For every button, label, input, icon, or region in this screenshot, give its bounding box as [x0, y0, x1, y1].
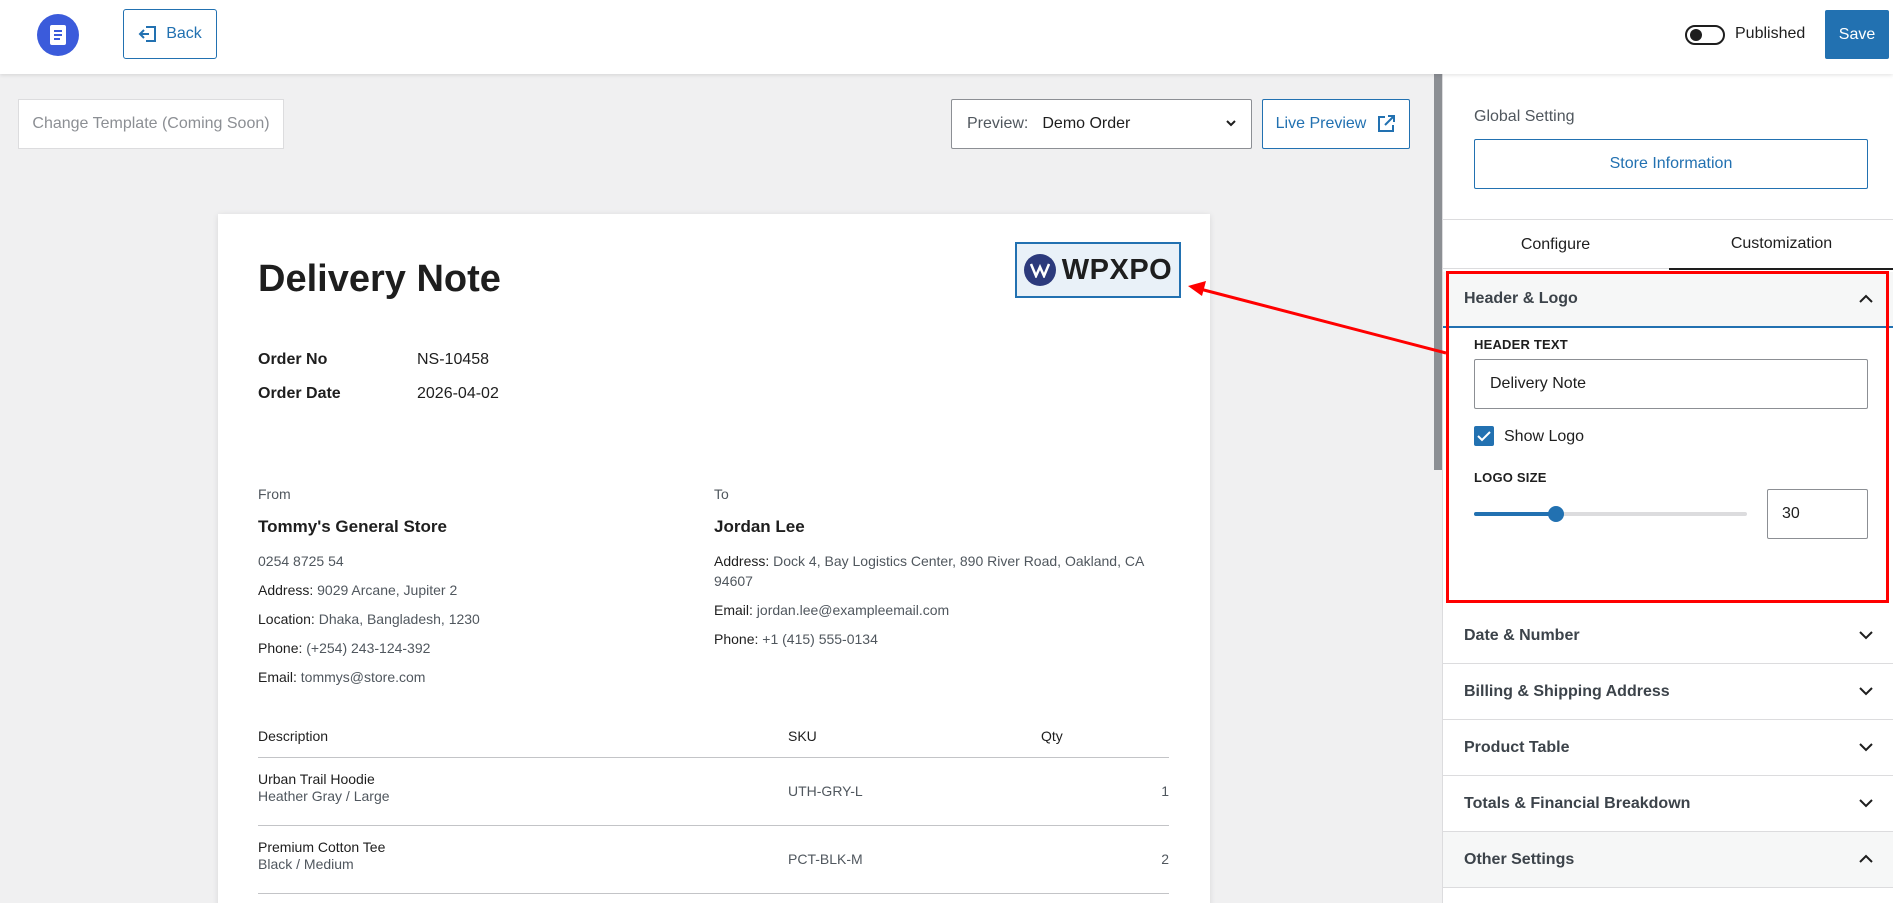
- logo-size-slider[interactable]: [1474, 506, 1747, 522]
- from-phone-detail: Phone: (+254) 243-124-392: [258, 640, 431, 656]
- to-label: To: [714, 486, 729, 502]
- header-qty: Qty: [1041, 728, 1063, 744]
- header-text-input[interactable]: Delivery Note: [1474, 359, 1868, 409]
- tab-configure[interactable]: Configure: [1443, 220, 1668, 270]
- header-text-label: HEADER TEXT: [1474, 337, 1568, 352]
- tab-customization[interactable]: Customization: [1669, 220, 1893, 270]
- change-template-button[interactable]: Change Template (Coming Soon): [18, 99, 284, 149]
- header-description: Description: [258, 728, 329, 744]
- logo-size-input[interactable]: 30: [1767, 489, 1868, 539]
- table-row: Premium Cotton Tee Black / Medium PCT-BL…: [258, 826, 1169, 894]
- published-label: Published: [1735, 25, 1806, 42]
- app-logo-icon[interactable]: [37, 14, 79, 56]
- chevron-down-icon: [1859, 799, 1873, 808]
- to-address-line: Address: Dock 4, Bay Logistics Center, 8…: [714, 553, 1144, 589]
- live-preview-button[interactable]: Live Preview: [1262, 99, 1410, 149]
- logo-size-label: LOGO SIZE: [1474, 470, 1547, 485]
- section-label: Other Settings: [1464, 850, 1575, 868]
- external-link-icon: [1378, 115, 1396, 132]
- show-logo-checkbox[interactable]: [1474, 426, 1494, 446]
- chevron-up-icon: [1859, 294, 1873, 303]
- wpxpo-logo-icon: [1023, 254, 1056, 286]
- product-name: Urban Trail Hoodie: [258, 771, 375, 787]
- published-toggle[interactable]: [1685, 25, 1725, 45]
- section-billing-shipping[interactable]: Billing & Shipping Address: [1443, 664, 1893, 720]
- order-date-value: 2026-04-02: [417, 385, 499, 402]
- from-name: Tommy's General Store: [258, 517, 447, 536]
- section-label: Header & Logo: [1464, 290, 1578, 307]
- show-logo-label: Show Logo: [1504, 428, 1585, 445]
- chevron-up-icon: [1859, 854, 1873, 863]
- document-title: Delivery Note: [258, 258, 501, 300]
- from-address-line: Address: 9029 Arcane, Jupiter 2: [258, 582, 458, 598]
- from-address: From Tommy's General Store 0254 8725 54 …: [258, 486, 698, 696]
- product-name: Premium Cotton Tee: [258, 839, 386, 855]
- back-label: Back: [166, 25, 202, 42]
- header-logo-panel: HEADER TEXT Delivery Note Show Logo LOGO…: [1443, 328, 1893, 608]
- to-address: To Jordan Lee Address: Dock 4, Bay Logis…: [714, 486, 1159, 658]
- chevron-down-icon: [1859, 743, 1873, 752]
- section-label: Totals & Financial Breakdown: [1464, 794, 1691, 812]
- top-bar: Back Published Save: [0, 0, 1893, 74]
- preview-label: Preview:: [967, 115, 1029, 132]
- chevron-down-icon: [1859, 631, 1873, 640]
- product-qty: 2: [1161, 851, 1169, 867]
- order-no-label: Order No: [258, 351, 328, 368]
- chevron-down-icon: [1859, 687, 1873, 696]
- order-date-label: Order Date: [258, 385, 341, 402]
- live-preview-label: Live Preview: [1275, 115, 1367, 132]
- checkmark-icon: [1477, 431, 1491, 442]
- preview-scrollbar[interactable]: [1434, 74, 1442, 470]
- store-information-button[interactable]: Store Information: [1474, 139, 1868, 189]
- back-button[interactable]: Back: [123, 9, 217, 59]
- to-phone-line: Phone: +1 (415) 555-0134: [714, 631, 878, 647]
- product-variant: Black / Medium: [258, 856, 354, 872]
- product-variant: Heather Gray / Large: [258, 788, 390, 804]
- product-qty: 1: [1161, 783, 1169, 799]
- section-label: Date & Number: [1464, 626, 1580, 644]
- order-date-row: Order Date 2026-04-02: [258, 385, 499, 403]
- product-table-header: Description SKU Qty: [258, 722, 1169, 758]
- settings-sidebar: Global Setting Store Information Configu…: [1442, 74, 1893, 903]
- sidebar-tabs: Configure Customization: [1443, 219, 1893, 270]
- chevron-down-icon: [1226, 120, 1236, 127]
- slider-thumb[interactable]: [1548, 506, 1564, 522]
- section-totals[interactable]: Totals & Financial Breakdown: [1443, 776, 1893, 832]
- from-label: From: [258, 486, 291, 502]
- to-name: Jordan Lee: [714, 517, 805, 536]
- section-date-number[interactable]: Date & Number: [1443, 608, 1893, 664]
- logo-text: WPXPO: [1061, 253, 1173, 286]
- product-sku: PCT-BLK-M: [788, 851, 863, 867]
- delivery-note-preview: Delivery Note WPXPO Order No NS-10458 Ord…: [218, 214, 1210, 903]
- product-sku: UTH-GRY-L: [788, 783, 863, 799]
- from-location-line: Location: Dhaka, Bangladesh, 1230: [258, 611, 480, 627]
- table-row: Urban Trail Hoodie Heather Gray / Large …: [258, 758, 1169, 826]
- preview-order-select[interactable]: Preview: Demo Order: [951, 99, 1252, 149]
- to-email-line: Email: jordan.lee@exampleemail.com: [714, 602, 950, 618]
- section-label: Product Table: [1464, 738, 1570, 756]
- header-sku: SKU: [788, 728, 817, 744]
- from-email-line: Email: tommys@store.com: [258, 669, 426, 685]
- slider-fill: [1474, 512, 1556, 516]
- order-no-row: Order No NS-10458: [258, 351, 489, 369]
- order-no-value: NS-10458: [417, 351, 490, 368]
- document-logo[interactable]: WPXPO: [1015, 242, 1181, 298]
- global-setting-label: Global Setting: [1474, 108, 1575, 125]
- from-phone-line: 0254 8725 54: [258, 553, 344, 569]
- section-product-table[interactable]: Product Table: [1443, 720, 1893, 776]
- back-arrow-icon: [138, 26, 157, 42]
- toggle-knob: [1690, 29, 1702, 41]
- preview-value: Demo Order: [1042, 115, 1131, 132]
- section-other-settings[interactable]: Other Settings: [1443, 832, 1893, 888]
- save-button[interactable]: Save: [1825, 10, 1889, 59]
- section-header-logo[interactable]: Header & Logo: [1443, 272, 1893, 328]
- section-label: Billing & Shipping Address: [1464, 682, 1670, 700]
